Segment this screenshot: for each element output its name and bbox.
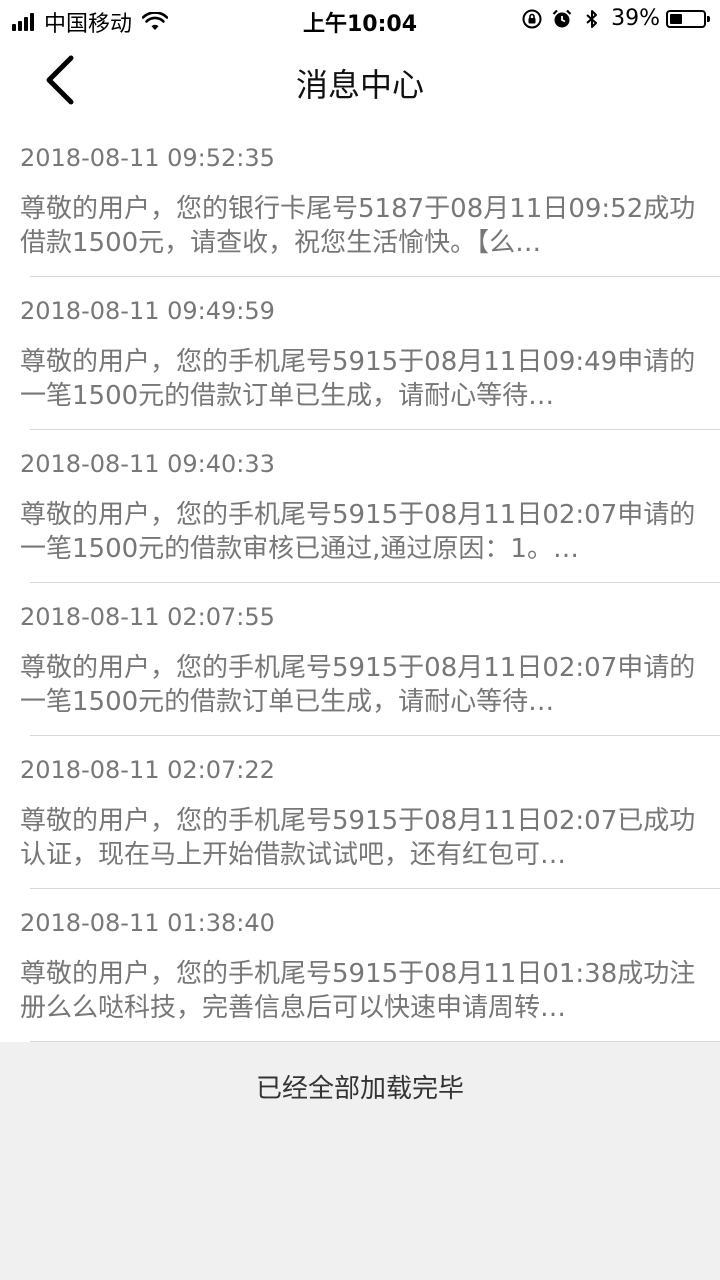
message-item[interactable]: 2018-08-11 09:40:33 尊敬的用户，您的手机尾号5915于08月… — [0, 430, 720, 583]
status-bar: 中国移动 上午10:04 39% — [0, 0, 720, 40]
message-body: 尊敬的用户，您的手机尾号5915于08月11日01:38成功注册么么哒科技，完善… — [20, 959, 696, 1023]
message-item[interactable]: 2018-08-11 02:07:22 尊敬的用户，您的手机尾号5915于08月… — [0, 736, 720, 889]
message-time: 2018-08-11 02:07:55 — [20, 603, 275, 631]
message-body: 尊敬的用户，您的银行卡尾号5187于08月11日09:52成功借款1500元，请… — [20, 194, 696, 258]
screen: 中国移动 上午10:04 39% 消息中心 2018-08-11 09:52:3… — [0, 0, 720, 1280]
message-body: 尊敬的用户，您的手机尾号5915于08月11日02:07已成功认证，现在马上开始… — [20, 806, 696, 870]
message-item[interactable]: 2018-08-11 09:49:59 尊敬的用户，您的手机尾号5915于08月… — [0, 277, 720, 430]
alarm-icon — [552, 9, 572, 27]
orientation-lock-icon — [522, 9, 542, 28]
battery-percent: 39% — [611, 6, 660, 31]
message-item[interactable]: 2018-08-11 02:07:55 尊敬的用户，您的手机尾号5915于08月… — [0, 583, 720, 736]
load-complete-text: 已经全部加载完毕 — [255, 1074, 464, 1104]
message-list: 2018-08-11 09:52:35 尊敬的用户，您的银行卡尾号5187于08… — [0, 124, 720, 1042]
message-time: 2018-08-11 09:49:59 — [20, 297, 275, 325]
nav-bar: 消息中心 — [0, 40, 720, 124]
message-time: 2018-08-11 01:38:40 — [20, 909, 275, 937]
status-right: 39% — [521, 6, 710, 31]
message-body: 尊敬的用户，您的手机尾号5915于08月11日02:07申请的一笔1500元的借… — [20, 653, 696, 717]
battery-cap — [707, 15, 710, 22]
message-body: 尊敬的用户，您的手机尾号5915于08月11日02:07申请的一笔1500元的借… — [20, 500, 696, 564]
message-item[interactable]: 2018-08-11 01:38:40 尊敬的用户，您的手机尾号5915于08月… — [0, 889, 720, 1042]
page-title: 消息中心 — [295, 66, 424, 104]
bluetooth-icon — [586, 9, 598, 28]
battery-icon — [666, 9, 710, 28]
battery-fill — [670, 13, 682, 24]
message-time: 2018-08-11 02:07:22 — [20, 756, 275, 784]
message-body: 尊敬的用户，您的手机尾号5915于08月11日09:49申请的一笔1500元的借… — [20, 347, 696, 411]
message-time: 2018-08-11 09:52:35 — [20, 144, 275, 172]
message-time: 2018-08-11 09:40:33 — [20, 450, 275, 478]
message-item[interactable]: 2018-08-11 09:52:35 尊敬的用户，您的银行卡尾号5187于08… — [0, 124, 720, 277]
